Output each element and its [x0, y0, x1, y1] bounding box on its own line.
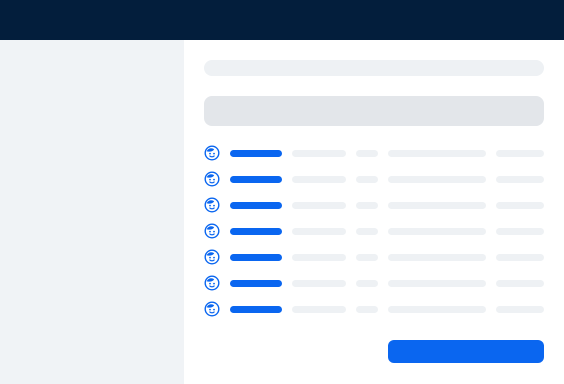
field-placeholder — [292, 228, 346, 235]
user-avatar-icon — [204, 223, 220, 239]
field-placeholder — [356, 176, 378, 183]
user-avatar-icon — [204, 197, 220, 213]
field-placeholder — [496, 306, 544, 313]
user-avatar-icon — [204, 301, 220, 317]
field-placeholder — [496, 254, 544, 261]
name-placeholder — [230, 254, 282, 261]
field-placeholder — [292, 150, 346, 157]
name-placeholder — [230, 306, 282, 313]
name-placeholder — [230, 202, 282, 209]
name-placeholder — [230, 176, 282, 183]
list-item[interactable] — [204, 274, 544, 300]
user-avatar-icon — [204, 249, 220, 265]
search-placeholder — [204, 96, 544, 126]
name-placeholder — [230, 280, 282, 287]
field-placeholder — [388, 202, 486, 209]
user-avatar-icon — [204, 275, 220, 291]
field-placeholder — [292, 306, 346, 313]
name-placeholder — [230, 228, 282, 235]
field-placeholder — [292, 176, 346, 183]
field-placeholder — [388, 306, 486, 313]
field-placeholder — [388, 228, 486, 235]
field-placeholder — [496, 280, 544, 287]
field-placeholder — [356, 202, 378, 209]
list-item[interactable] — [204, 222, 544, 248]
field-placeholder — [388, 280, 486, 287]
field-placeholder — [356, 228, 378, 235]
list-item[interactable] — [204, 170, 544, 196]
top-navigation-bar — [0, 0, 564, 40]
list-item[interactable] — [204, 248, 544, 274]
field-placeholder — [292, 202, 346, 209]
list-item[interactable] — [204, 300, 544, 326]
field-placeholder — [388, 150, 486, 157]
list-item[interactable] — [204, 196, 544, 222]
main-content — [184, 40, 564, 384]
field-placeholder — [292, 280, 346, 287]
field-placeholder — [356, 306, 378, 313]
user-list — [204, 144, 544, 326]
field-placeholder — [356, 150, 378, 157]
sidebar — [0, 40, 184, 384]
field-placeholder — [496, 202, 544, 209]
user-avatar-icon — [204, 171, 220, 187]
primary-action-button[interactable] — [388, 340, 544, 363]
field-placeholder — [496, 176, 544, 183]
field-placeholder — [388, 254, 486, 261]
field-placeholder — [496, 228, 544, 235]
field-placeholder — [356, 280, 378, 287]
user-avatar-icon — [204, 145, 220, 161]
title-placeholder — [204, 60, 544, 76]
field-placeholder — [388, 176, 486, 183]
name-placeholder — [230, 150, 282, 157]
field-placeholder — [496, 150, 544, 157]
field-placeholder — [356, 254, 378, 261]
field-placeholder — [292, 254, 346, 261]
list-item[interactable] — [204, 144, 544, 170]
